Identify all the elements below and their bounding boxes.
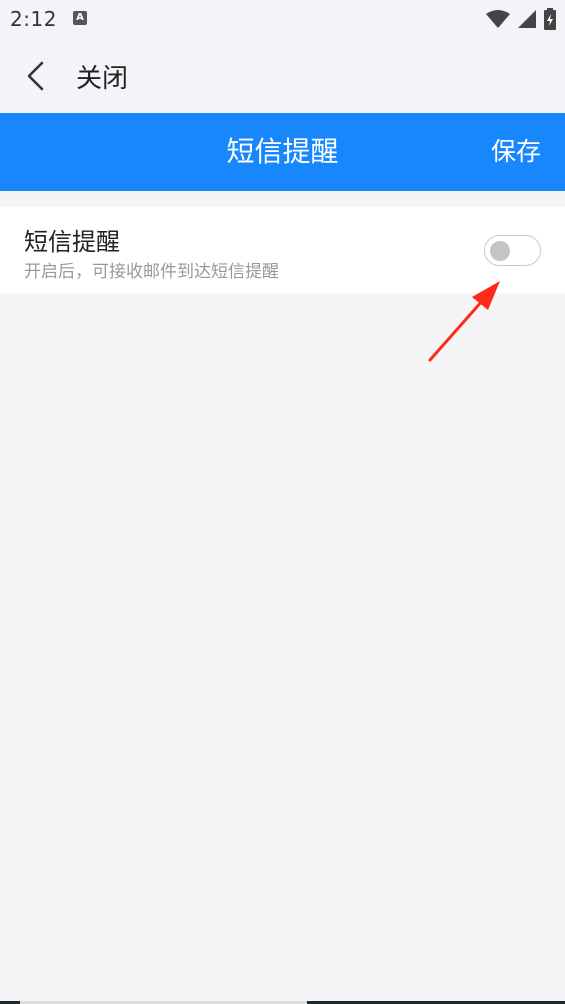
- notification-icon: A: [73, 11, 87, 25]
- top-navigation-bar: 关闭: [0, 38, 565, 113]
- setting-description: 开启后，可接收邮件到达短信提醒: [24, 262, 279, 282]
- page-title: 短信提醒: [226, 135, 339, 168]
- page-header: 短信提醒 保存: [0, 113, 565, 191]
- wifi-icon: [486, 10, 510, 28]
- status-time: 2:12: [10, 7, 57, 31]
- close-button[interactable]: 关闭: [76, 58, 128, 95]
- setting-title: 短信提醒: [24, 228, 120, 256]
- save-button[interactable]: 保存: [491, 113, 541, 191]
- status-bar: 2:12 A: [0, 0, 565, 38]
- sms-reminder-toggle[interactable]: [484, 235, 541, 266]
- toggle-knob: [490, 241, 510, 261]
- battery-icon: [544, 8, 556, 30]
- status-icons: [485, 8, 557, 30]
- red-arrow-annotation: [428, 281, 500, 362]
- signal-icon: [518, 10, 536, 28]
- chevron-left-icon[interactable]: [22, 60, 50, 92]
